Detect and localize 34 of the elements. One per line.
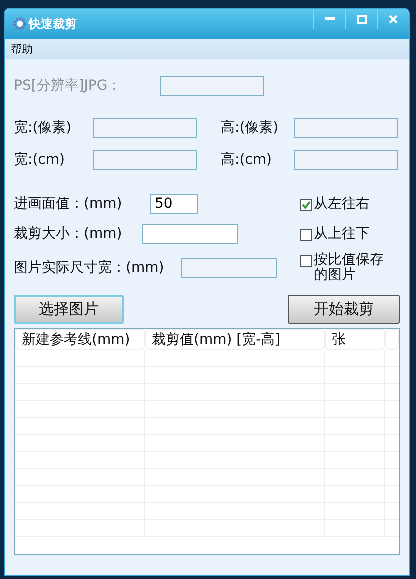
checkbox[interactable]: 按比值保存的图片 xyxy=(300,253,400,283)
field-label: 进画面值：(mm) xyxy=(14,195,124,213)
checkbox[interactable]: 从左往右 xyxy=(300,196,400,212)
select-image-button[interactable]: 选择图片 xyxy=(14,295,124,324)
close-icon xyxy=(389,14,398,24)
input-field[interactable]: 50 xyxy=(150,194,198,214)
menu-item[interactable]: 帮助 xyxy=(11,42,33,56)
input-field[interactable] xyxy=(294,150,398,170)
input-field[interactable] xyxy=(142,224,238,244)
field-label: 图片实际尺寸宽：(mm) xyxy=(14,259,166,277)
maximize-icon xyxy=(356,14,366,24)
field-label: 裁剪大小：(mm) xyxy=(14,225,124,243)
column-header[interactable] xyxy=(385,329,399,350)
window-title: 快速裁剪 xyxy=(29,16,78,32)
input-field[interactable] xyxy=(93,150,197,170)
checkbox-label: 按比值保存的图片 xyxy=(314,253,385,283)
input-field[interactable] xyxy=(181,258,277,278)
input-field[interactable] xyxy=(294,118,398,138)
field-label: 宽:(像素) xyxy=(14,119,73,137)
checkbox-label: 从左往右 xyxy=(314,196,371,212)
column-header[interactable]: 裁剪值(mm) [宽-高] xyxy=(145,329,325,350)
checkbox[interactable]: 从上往下 xyxy=(300,226,400,242)
column-header[interactable]: 新建参考线(mm) xyxy=(15,329,145,350)
field-label: PS[分辨率]JPG： xyxy=(14,77,123,95)
field-label: 宽:(cm) xyxy=(14,151,66,169)
minimize-icon xyxy=(324,17,334,21)
column-header[interactable]: 张 xyxy=(325,329,385,350)
gear-icon xyxy=(13,17,27,31)
checkmark-icon xyxy=(302,200,310,208)
start-crop-button[interactable]: 开始裁剪 xyxy=(288,295,400,324)
field-label: 高:(cm) xyxy=(221,151,273,169)
input-field[interactable] xyxy=(93,118,197,138)
checkbox-label: 从上往下 xyxy=(314,226,371,242)
field-label: 高:(像素) xyxy=(221,119,280,137)
